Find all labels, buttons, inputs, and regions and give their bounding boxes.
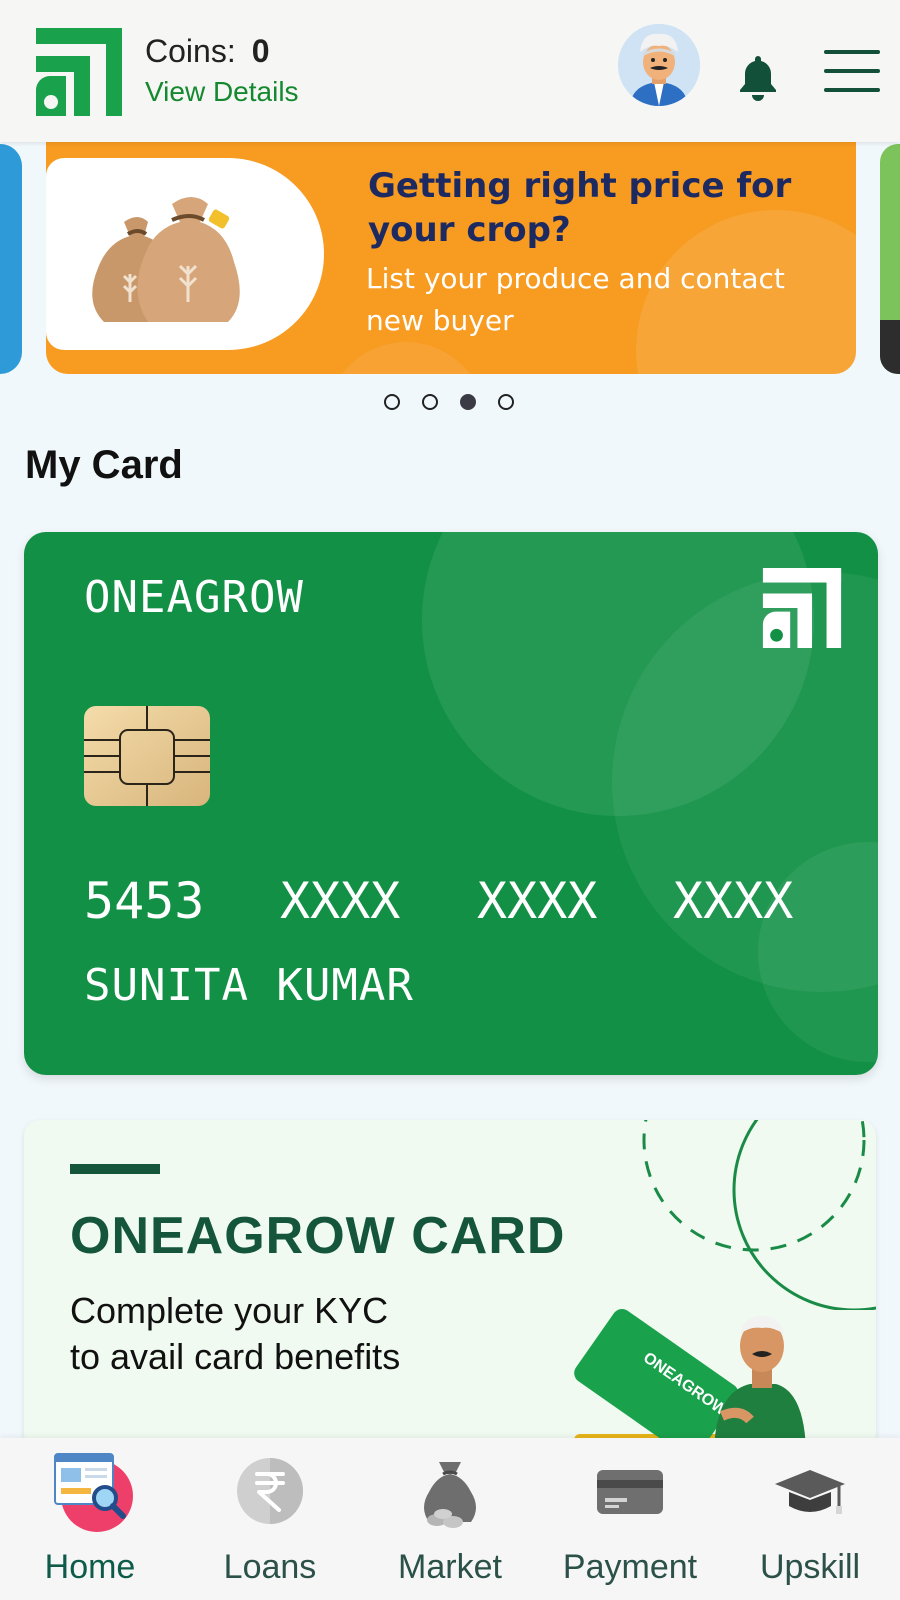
carousel-dot-3[interactable]: [460, 394, 476, 410]
oneagrow-logo[interactable]: [36, 28, 122, 116]
nav-label-payment: Payment: [562, 1548, 698, 1586]
home-icon: [54, 1453, 133, 1532]
kyc-promo-card[interactable]: ONEAGROW CARD Complete your KYC to avail…: [24, 1120, 876, 1450]
banner-title: Getting right price for your crop?: [368, 166, 792, 250]
banner-subtitle: List your produce and contact new buyer: [366, 262, 785, 337]
coins-value: 0: [251, 33, 270, 69]
my-card-heading: My Card: [25, 443, 183, 487]
app-header: Coins: 0 View Details: [0, 0, 900, 142]
promo-line-2: to avail card benefits: [70, 1336, 401, 1377]
promo-description: Complete your KYC to avail card benefits: [70, 1288, 490, 1380]
decorative-rings-icon: [642, 1120, 876, 1310]
nav-item-upskill[interactable]: Upskill: [720, 1438, 900, 1600]
graduation-cap-icon: [775, 1470, 845, 1514]
coins-label: Coins:: [145, 33, 236, 69]
card-brand-name: ONEAGROW: [84, 572, 304, 623]
hamburger-menu-icon[interactable]: [824, 50, 880, 92]
nav-item-payment[interactable]: Payment: [540, 1438, 720, 1600]
promo-banner[interactable]: Getting right price for your crop? List …: [46, 142, 856, 374]
card-logo-icon: [762, 568, 842, 648]
card-number-group-2: XXXX: [280, 872, 401, 930]
nav-label-market: Market: [398, 1548, 502, 1586]
nav-label-upskill: Upskill: [759, 1548, 861, 1586]
card-number-group-1: 5453: [84, 872, 205, 930]
promo-line-1: Complete your KYC: [70, 1290, 389, 1331]
card-holder-name: SUNITA KUMAR: [84, 960, 414, 1011]
bell-icon[interactable]: [736, 52, 780, 102]
nav-label-home: Home: [44, 1548, 136, 1586]
nav-item-market[interactable]: Market: [360, 1438, 540, 1600]
oneagrow-credit-card[interactable]: ONEAGROW 5453 XXXX XXXX XXXX SUNITA KUMA…: [24, 532, 878, 1075]
carousel-dot-4[interactable]: [498, 394, 514, 410]
promo-title: ONEAGROW CARD: [70, 1207, 566, 1265]
money-bag-icon: [424, 1462, 476, 1528]
nav-item-home[interactable]: Home: [0, 1438, 180, 1600]
credit-card-icon: [597, 1470, 663, 1514]
carousel-dot-2[interactable]: [422, 394, 438, 410]
card-chip-icon: [84, 706, 210, 806]
card-number-group-4: XXXX: [673, 872, 794, 930]
rupee-icon: [237, 1458, 303, 1524]
card-number-group-3: XXXX: [477, 872, 598, 930]
carousel-next-slide-peek[interactable]: [880, 144, 900, 374]
farmer-holding-card-illustration: ONEAGROW: [574, 1309, 806, 1450]
carousel-prev-slide-peek[interactable]: [0, 144, 22, 374]
farmer-avatar-icon: [618, 24, 700, 106]
avatar[interactable]: [618, 24, 700, 106]
view-details-link[interactable]: View Details: [145, 76, 299, 108]
nav-label-loans: Loans: [223, 1548, 317, 1586]
nav-item-loans[interactable]: Loans: [180, 1438, 360, 1600]
promo-accent-bar: [70, 1164, 160, 1174]
coins-display: Coins: 0: [145, 33, 270, 70]
bottom-navigation: Home Loans Market Payment Upskill: [0, 1438, 900, 1600]
carousel-dot-1[interactable]: [384, 394, 400, 410]
grain-sacks-icon: [92, 197, 240, 322]
